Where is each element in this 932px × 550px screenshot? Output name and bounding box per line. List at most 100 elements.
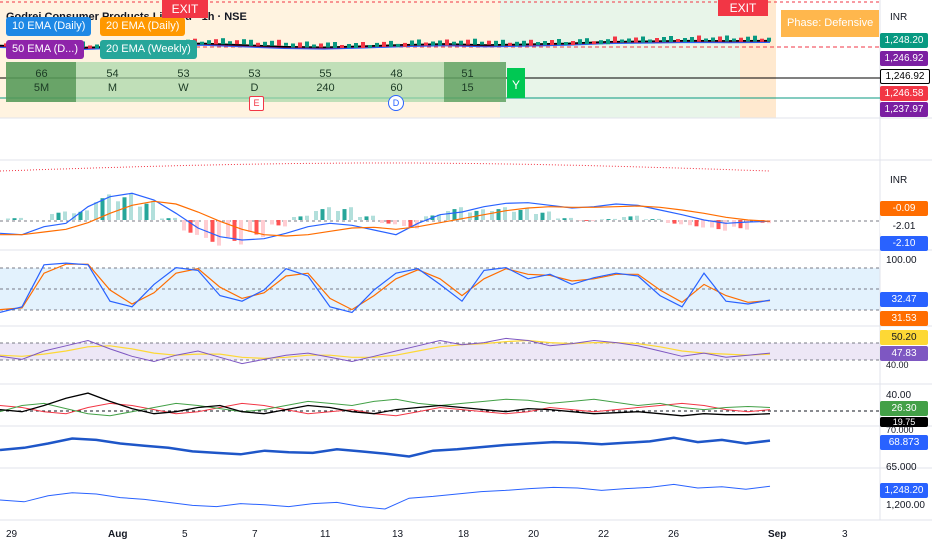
macd-histogram-bar: [19, 217, 23, 220]
dmi-plus-value: 26.30: [880, 401, 928, 416]
rsi-value: 47.83: [880, 346, 928, 361]
macd-histogram-bar: [644, 219, 648, 220]
price-candle: [347, 44, 351, 48]
macd-histogram-bar: [496, 209, 501, 220]
price-candle: [655, 38, 659, 42]
macd-histogram-bar: [666, 220, 670, 223]
macd-histogram-bar: [584, 220, 589, 221]
timeframe-label: D: [250, 82, 259, 94]
stoch-axis-100: 100.00: [886, 255, 917, 266]
adx-line: [0, 392, 771, 417]
timeframe-score: 66: [35, 68, 48, 80]
price-candle: [298, 42, 302, 48]
price-candle: [333, 42, 337, 48]
buy-signal-label: Y: [511, 78, 520, 92]
macd-histogram-bar: [386, 220, 391, 224]
price-candle: [319, 43, 323, 48]
macd-histogram-bar: [534, 214, 538, 220]
earnings-marker[interactable]: E: [249, 96, 264, 111]
macd-histogram-bar: [138, 206, 142, 220]
price-candle: [767, 37, 771, 42]
price-candle: [718, 36, 722, 42]
rsi-ma-value: 50.20: [880, 330, 928, 345]
price-candle: [326, 42, 330, 48]
macd-histogram-bar: [63, 211, 67, 220]
timeframe-label: M: [107, 82, 118, 94]
macd-histogram-bar: [452, 209, 457, 220]
legend-ema20[interactable]: 20 EMA (Daily): [100, 17, 186, 36]
price-candle: [739, 37, 743, 42]
timeframe-label: 15: [461, 82, 474, 94]
macd-histogram-bar: [270, 220, 274, 225]
price-candle: [711, 37, 715, 42]
timeframe-label: 240: [316, 82, 335, 94]
price-candle: [235, 40, 239, 45]
price-candle: [634, 37, 638, 43]
price-candle: [214, 39, 218, 45]
price-candle: [697, 35, 701, 42]
macd-histogram-bar: [701, 220, 705, 228]
price-candle: [200, 41, 204, 45]
price-candle: [375, 42, 379, 47]
price-candle: [354, 43, 358, 48]
macd-histogram-bar: [327, 207, 331, 220]
price-candle: [529, 39, 533, 46]
macd-histogram-bar: [393, 220, 397, 225]
macd-histogram-bar: [232, 220, 237, 241]
dmi-axis-40: 40.00: [886, 390, 912, 401]
line5-value: 68.873: [880, 435, 928, 450]
legend-ema50[interactable]: 50 EMA (D...): [6, 40, 85, 59]
macd-histogram-bar: [738, 220, 743, 229]
price-candle: [613, 36, 617, 43]
macd-histogram-bar: [569, 217, 573, 220]
price-candle: [662, 37, 666, 42]
line5-axis-65: 65.000: [886, 462, 917, 473]
macd-histogram-bar: [283, 220, 287, 227]
dividend-marker[interactable]: D: [388, 95, 404, 111]
macd-histogram-bar: [688, 220, 692, 226]
price-candle: [277, 39, 281, 46]
macd-histogram-bar: [144, 203, 149, 220]
price-candle: [620, 39, 624, 43]
macd-histogram-bar: [210, 220, 215, 242]
price-candle: [263, 41, 267, 46]
x-axis-tick: 7: [252, 529, 258, 540]
legend-ema10[interactable]: 10 EMA (Daily): [6, 17, 92, 36]
price-axis-label: 1,246.92: [880, 69, 930, 84]
price-candle: [431, 41, 435, 46]
macd-histogram-bar: [94, 202, 98, 220]
timeframe-score: 53: [177, 68, 190, 80]
x-axis-tick: 22: [598, 529, 610, 540]
price-zone-green: [500, 0, 740, 118]
dmi-minus-line: [0, 402, 771, 417]
macd-histogram-bar: [606, 219, 611, 220]
legend-ema20w[interactable]: 20 EMA (Weekly): [100, 40, 197, 59]
price-candle: [445, 39, 449, 46]
line5-axis-70: 70.000: [886, 425, 914, 435]
stoch-d-value: 31.53: [880, 311, 928, 326]
x-axis-tick: 18: [458, 529, 470, 540]
macd-value-c: -2.10: [880, 236, 928, 251]
price-candle: [494, 40, 498, 46]
price-candle: [473, 38, 477, 45]
price-candle: [536, 42, 540, 45]
price-candle: [746, 36, 750, 42]
price-candle: [641, 36, 645, 43]
price-candle: [676, 39, 680, 42]
macd-histogram-bar: [336, 211, 340, 220]
macd-histogram-bar: [50, 214, 54, 220]
price-candle: [599, 40, 603, 45]
macd-histogram-bar: [166, 218, 171, 220]
macd-histogram-bar: [518, 210, 523, 220]
macd-histogram-bar: [657, 218, 661, 220]
price-candle: [550, 40, 554, 45]
price-candle: [557, 39, 561, 45]
price-candle: [669, 36, 673, 42]
macd-histogram-bar: [672, 220, 677, 224]
price-candle: [690, 37, 694, 42]
macd-histogram-bar: [349, 207, 353, 220]
macd-line: [0, 192, 771, 241]
macd-value-b: -2.01: [880, 219, 928, 234]
price-candle: [396, 43, 400, 47]
macd-histogram-bar: [6, 218, 10, 220]
